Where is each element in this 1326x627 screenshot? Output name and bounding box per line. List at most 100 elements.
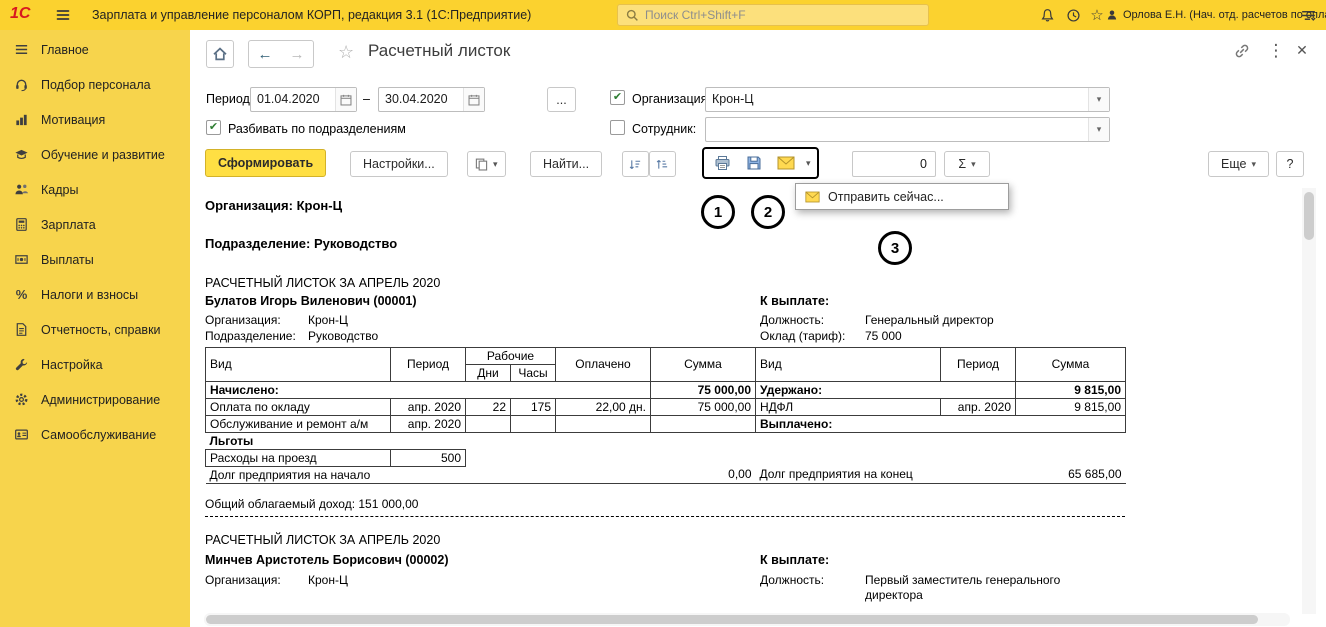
payslip-title: РАСЧЕТНЫЙ ЛИСТОК ЗА АПРЕЛЬ 2020 (205, 533, 440, 547)
cell (466, 416, 511, 433)
sidebar-item-salary[interactable]: Зарплата (0, 207, 190, 242)
cell: 75 000,00 (651, 382, 756, 399)
print-button[interactable] (707, 150, 737, 176)
col-header: Часы (511, 365, 556, 382)
period-to-value: 30.04.2020 (379, 88, 463, 111)
settings-button[interactable]: Настройки... (350, 151, 448, 177)
report-area[interactable]: Организация: Крон-Ц Подразделение: Руков… (190, 188, 1298, 627)
sidebar-item-self-service[interactable]: Самообслуживание (0, 417, 190, 452)
sidebar-item-label: Администрирование (41, 393, 160, 407)
sidebar-item-settings[interactable]: Настройка (0, 347, 190, 382)
chevron-down-icon: ▾ (1251, 159, 1256, 170)
notifications-bell-icon[interactable] (1036, 4, 1058, 26)
main-menu-icon[interactable] (52, 4, 74, 26)
cell (651, 416, 756, 433)
cell: 22 (466, 399, 511, 416)
cell: Начислено: (206, 382, 651, 399)
generate-button[interactable]: Сформировать (205, 149, 326, 177)
vertical-scrollbar[interactable] (1302, 188, 1316, 614)
employee-combo[interactable]: ▾ (705, 117, 1110, 142)
cell: 0,00 (651, 467, 756, 484)
sidebar-item-motivation[interactable]: Мотивация (0, 102, 190, 137)
sidebar-item-administration[interactable]: Администрирование (0, 382, 190, 417)
printer-icon (714, 155, 731, 171)
cell: Расходы на проезд (206, 450, 391, 467)
home-button[interactable] (206, 40, 234, 68)
split-by-departments-checkbox[interactable]: ✔ (206, 120, 221, 135)
col-header: Рабочие (466, 348, 556, 365)
sidebar-item-main[interactable]: Главное (0, 32, 190, 67)
close-icon[interactable]: ✕ (1292, 42, 1312, 59)
period-label: Период: (206, 92, 253, 106)
back-button[interactable]: ← (249, 41, 281, 67)
employee-dropdown-icon[interactable]: ▾ (1088, 118, 1109, 141)
position-label: Должность: (760, 313, 824, 327)
period-from-value: 01.04.2020 (251, 88, 335, 111)
vertical-scrollbar-thumb[interactable] (1304, 192, 1314, 240)
annotation-circle-1: 1 (701, 195, 735, 229)
save-button[interactable] (739, 150, 769, 176)
sidebar-item-reports[interactable]: Отчетность, справки (0, 312, 190, 347)
sort-descending-icon (629, 158, 642, 171)
gear-icon (13, 391, 30, 408)
expand-groups-button[interactable] (622, 151, 649, 177)
table-header-row: Вид Период Рабочие Оплачено Сумма Вид Пе… (206, 348, 1126, 365)
period-to-input[interactable]: 30.04.2020 (378, 87, 485, 112)
sidebar-item-staff[interactable]: Кадры (0, 172, 190, 207)
col-header: Период (391, 348, 466, 382)
employee-checkbox[interactable] (610, 120, 625, 135)
favorite-toggle-icon[interactable]: ☆ (338, 42, 354, 63)
sidebar-item-recruiting[interactable]: Подбор персонала (0, 67, 190, 102)
calendar-icon[interactable] (463, 88, 484, 111)
cell (511, 416, 556, 433)
annotation-circle-2: 2 (751, 195, 785, 229)
history-icon[interactable] (1062, 4, 1084, 26)
cell (466, 450, 1126, 467)
sidebar-item-payments[interactable]: Выплаты (0, 242, 190, 277)
transport-row: Расходы на проезд 500 (206, 450, 1126, 467)
chevron-down-icon: ▾ (1097, 94, 1102, 105)
horizontal-scrollbar[interactable] (204, 613, 1290, 626)
floppy-icon (746, 155, 762, 171)
main-section-icon (13, 41, 30, 58)
autosum-button[interactable]: Σ ▾ (944, 151, 990, 177)
col-header: Период (941, 348, 1016, 382)
salary-label: Оклад (тариф): (760, 329, 845, 343)
send-email-button[interactable] (771, 150, 801, 176)
calendar-icon[interactable] (335, 88, 356, 111)
current-user[interactable]: Орлова Е.Н. (Нач. отд. расчетов по оплат… (1106, 4, 1326, 26)
organization-label: Организация: (632, 92, 711, 106)
send-now-label: Отправить сейчас... (828, 190, 944, 204)
get-link-icon[interactable] (1234, 43, 1254, 59)
favorites-star-icon[interactable]: ☆ (1086, 4, 1108, 26)
more-menu-icon[interactable]: ⋮ (1266, 41, 1286, 61)
check-icon: ✔ (613, 92, 622, 103)
collapse-groups-button[interactable] (649, 151, 676, 177)
horizontal-scrollbar-thumb[interactable] (206, 615, 1258, 624)
period-from-input[interactable]: 01.04.2020 (250, 87, 357, 112)
service-menu-icon[interactable] (1297, 4, 1319, 26)
organization-checkbox[interactable]: ✔ (610, 90, 625, 105)
sidebar-item-taxes[interactable]: % Налоги и взносы (0, 277, 190, 312)
report-variants-button[interactable]: ▾ (467, 151, 506, 177)
period-choose-button[interactable]: ... (547, 87, 576, 112)
organization-dropdown-icon[interactable]: ▾ (1088, 88, 1109, 111)
envelope-icon (805, 191, 820, 203)
sidebar-item-training[interactable]: Обучение и развитие (0, 137, 190, 172)
people-icon (13, 181, 30, 198)
global-search-input[interactable]: Поиск Ctrl+Shift+F (617, 4, 929, 26)
send-now-menu-item[interactable]: Отправить сейчас... (795, 183, 1009, 210)
find-button[interactable]: Найти... (530, 151, 602, 177)
col-header: Дни (466, 365, 511, 382)
cells-sum-field[interactable]: 0 (852, 151, 936, 177)
sidebar-item-label: Подбор персонала (41, 78, 151, 92)
help-button[interactable]: ? (1276, 151, 1304, 177)
more-actions-button[interactable]: Еще ▾ (1208, 151, 1269, 177)
organization-combo[interactable]: Крон-Ц ▾ (705, 87, 1110, 112)
nav-history-group: ← → (248, 40, 314, 68)
forward-button[interactable]: → (281, 41, 313, 67)
cell: апр. 2020 (391, 416, 466, 433)
send-email-dropdown-icon[interactable]: ▾ (803, 158, 814, 169)
percent-icon: % (13, 286, 30, 303)
col-header: Оплачено (556, 348, 651, 382)
